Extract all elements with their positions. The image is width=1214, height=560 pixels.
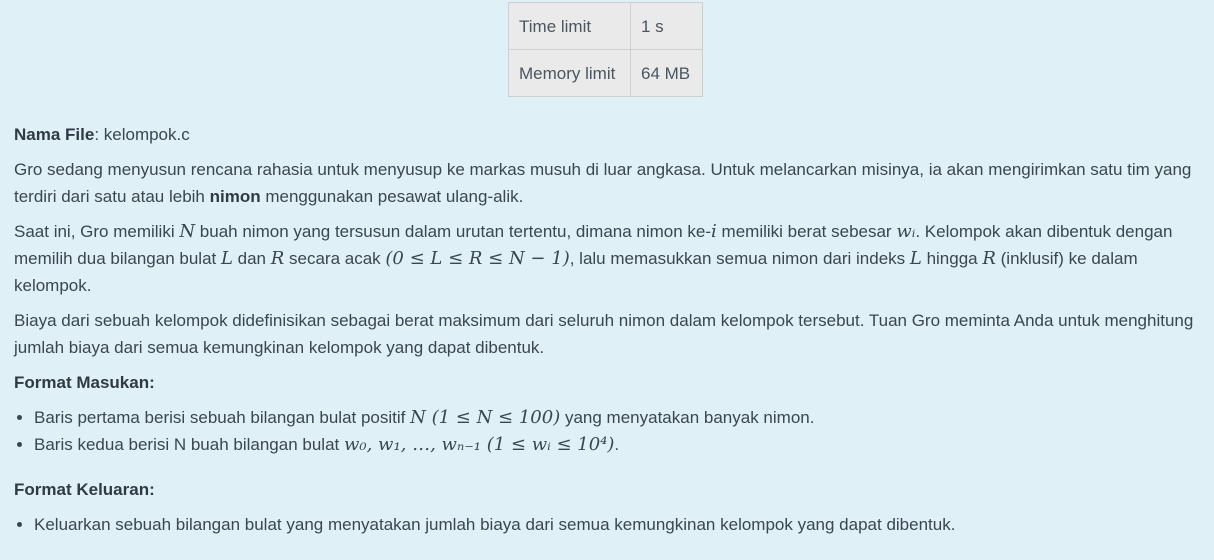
math-n: N — [179, 221, 196, 242]
def-text-7: , lalu memasukkan semua nimon dari indek… — [569, 249, 910, 268]
input-item2-text: Baris kedua berisi N buah bilangan bulat — [34, 435, 344, 454]
memory-limit-label: Memory limit — [508, 49, 631, 97]
def-text-2: buah nimon yang tersusun dalam urutan te… — [195, 222, 712, 241]
intro-text: Gro sedang menyusun rencana rahasia untu… — [14, 160, 1192, 206]
memory-limit-row: Memory limit 64 MB — [508, 49, 703, 97]
def-text-8: hingga — [921, 249, 983, 268]
time-limit-label: Time limit — [508, 2, 631, 50]
file-name: : kelompok.c — [94, 125, 190, 144]
math-wi: wᵢ — [896, 221, 916, 242]
intro-bold: nimon — [209, 187, 261, 206]
file-label: Nama File — [14, 125, 95, 144]
def-text-5: dan — [232, 249, 271, 268]
math-r: R — [270, 248, 285, 269]
output-format-item: Keluarkan sebuah bilangan bulat yang men… — [34, 511, 1202, 538]
output-format-heading: Format Keluaran: — [14, 480, 155, 499]
math-r-2: R — [982, 248, 996, 269]
math-l: L — [220, 248, 233, 269]
input-item1-text-end: yang menyatakan banyak nimon. — [560, 408, 815, 427]
def-text-1: Saat ini, Gro memiliki — [14, 222, 180, 241]
paragraph-definition: Saat ini, Gro memiliki N buah nimon yang… — [14, 218, 1202, 299]
problem-statement: Nama File: kelompok.c Gro sedang menyusu… — [14, 121, 1202, 538]
input-format-heading: Format Masukan: — [14, 373, 155, 392]
time-limit-row: Time limit 1 s — [508, 2, 703, 50]
math-range: (0 ≤ L ≤ R ≤ N − 1) — [385, 248, 570, 269]
input-format-item: Baris pertama berisi sebuah bilangan bul… — [34, 404, 1202, 431]
def-text-6: secara acak — [284, 249, 386, 268]
intro-text-end: menggunakan pesawat ulang-alik. — [260, 187, 524, 206]
output-format-list: Keluarkan sebuah bilangan bulat yang men… — [14, 511, 1202, 538]
input-format-list: Baris pertama berisi sebuah bilangan bul… — [14, 404, 1202, 458]
file-name-line: Nama File: kelompok.c — [14, 121, 1202, 148]
memory-limit-value: 64 MB — [630, 49, 703, 97]
limits-table: Time limit 1 s Memory limit 64 MB — [508, 2, 703, 97]
paragraph-cost: Biaya dari sebuah kelompok didefinisikan… — [14, 311, 1194, 357]
input-item2-math: w₀, w₁, …, wₙ₋₁ (1 ≤ wᵢ ≤ 10⁴) — [343, 434, 615, 455]
time-limit-value: 1 s — [630, 2, 703, 50]
input-format-item: Baris kedua berisi N buah bilangan bulat… — [34, 431, 1202, 458]
def-text-3: memiliki berat sebesar — [716, 222, 897, 241]
input-item1-math: N (1 ≤ N ≤ 100) — [410, 407, 561, 428]
input-item2-text-end: . — [614, 435, 620, 454]
input-item1-text: Baris pertama berisi sebuah bilangan bul… — [34, 408, 411, 427]
math-l-2: L — [909, 248, 922, 269]
paragraph-intro: Gro sedang menyusun rencana rahasia untu… — [14, 156, 1202, 210]
